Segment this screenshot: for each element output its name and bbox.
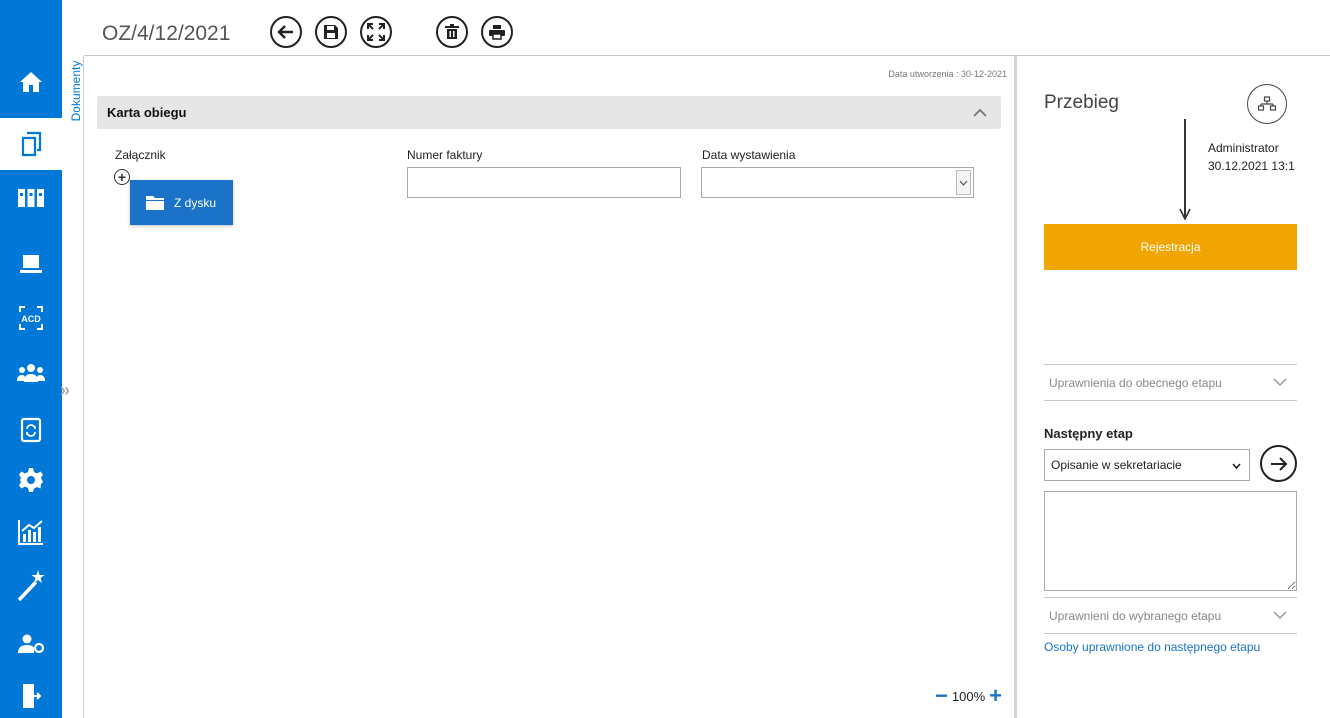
user-admin-icon[interactable]	[0, 618, 62, 670]
from-disk-button[interactable]: Z dysku	[130, 180, 233, 225]
authorized-persons-link[interactable]: Osoby uprawnione do następnego etapu	[1044, 640, 1260, 654]
documents-side-tab[interactable]: Dokumenty	[64, 54, 83, 134]
move-to-next-stage-button[interactable]	[1260, 445, 1297, 482]
add-attachment-icon[interactable]: +	[114, 169, 130, 185]
delete-button[interactable]	[436, 16, 468, 48]
current-stage[interactable]: Rejestracja	[1044, 224, 1297, 270]
document-number: OZ/4/12/2021	[102, 22, 231, 45]
created-date: Data utworzenia : 30-12-2021	[888, 69, 1007, 79]
acd-icon[interactable]: ACD	[0, 292, 62, 344]
invoice-number-label: Numer faktury	[407, 148, 483, 162]
document-sync-icon[interactable]	[0, 404, 62, 456]
issue-date-input[interactable]	[701, 167, 974, 198]
settings-icon[interactable]	[0, 454, 62, 506]
comment-textarea[interactable]	[1044, 491, 1297, 591]
flow-arrow-line	[1184, 119, 1186, 217]
chevron-down-icon	[1273, 378, 1287, 387]
workflow-diagram-button[interactable]	[1247, 84, 1287, 124]
zoom-level: 100%	[951, 688, 986, 704]
actor-name: Administrator	[1208, 141, 1279, 155]
arrow-down-icon	[1179, 208, 1191, 220]
stage-actor: Administrator 30.12.2021 13:1	[1208, 139, 1295, 175]
current-permissions-label: Uprawnienia do obecnego etapu	[1049, 375, 1222, 390]
svg-text:ACD: ACD	[21, 314, 41, 324]
zoom-control: − 100% +	[931, 685, 1006, 707]
zoom-out-button[interactable]: −	[935, 685, 948, 707]
logout-icon[interactable]	[0, 670, 62, 718]
next-permissions-label: Uprawnieni do wybranego etapu	[1049, 608, 1222, 623]
top-toolbar: OZ/4/12/2021	[84, 0, 1330, 56]
zoom-in-button[interactable]: +	[989, 685, 1002, 707]
workflow-title: Przebieg	[1044, 92, 1119, 113]
app-root: ACD Dokumenty ›› OZ/4/12/2021 Data utwor…	[0, 0, 1330, 718]
wizard-icon[interactable]	[0, 559, 62, 611]
current-stage-permissions[interactable]: Uprawnienia do obecnego etapu	[1044, 364, 1297, 401]
expand-panel-icon[interactable]: ››	[60, 380, 70, 401]
back-button[interactable]	[270, 16, 302, 48]
arrow-right-icon	[1270, 456, 1287, 471]
attachment-label: Załącznik	[115, 148, 166, 162]
documents-icon[interactable]	[0, 118, 64, 170]
next-stage-select[interactable]: Opisanie w sekretariacie	[1044, 449, 1250, 481]
home-icon[interactable]	[0, 56, 62, 108]
next-stage-label: Następny etap	[1044, 426, 1133, 441]
workstation-icon[interactable]	[0, 238, 62, 290]
folder-icon	[146, 196, 164, 210]
library-icon[interactable]	[0, 172, 62, 224]
fullscreen-button[interactable]	[360, 16, 392, 48]
next-stage-value: Opisanie w sekretariacie	[1051, 458, 1182, 472]
section-header[interactable]: Karta obiegu	[97, 96, 1001, 129]
document-form: Data utworzenia : 30-12-2021 Karta obieg…	[84, 56, 1014, 718]
from-disk-label: Z dysku	[174, 195, 217, 210]
save-button[interactable]	[315, 16, 347, 48]
section-title: Karta obiegu	[107, 105, 187, 120]
chevron-up-icon[interactable]	[971, 104, 989, 122]
next-stage-permissions[interactable]: Uprawnieni do wybranego etapu	[1044, 597, 1297, 634]
issue-date-label: Data wystawienia	[702, 148, 796, 162]
reports-icon[interactable]	[0, 506, 62, 558]
print-button[interactable]	[481, 16, 513, 48]
chevron-down-icon	[1232, 463, 1241, 470]
workflow-diagram-icon	[1258, 96, 1276, 111]
workflow-panel: Przebieg Administrator 30.12.2021 13:1 R…	[1014, 56, 1330, 718]
chevron-down-icon	[1273, 611, 1287, 620]
main-nav: ACD	[0, 0, 64, 718]
users-icon[interactable]	[0, 347, 62, 399]
chevron-down-icon[interactable]	[956, 170, 971, 195]
actor-timestamp: 30.12.2021 13:1	[1208, 159, 1295, 173]
documents-side-label: Dokumenty	[69, 60, 83, 122]
invoice-number-input[interactable]	[407, 167, 681, 198]
